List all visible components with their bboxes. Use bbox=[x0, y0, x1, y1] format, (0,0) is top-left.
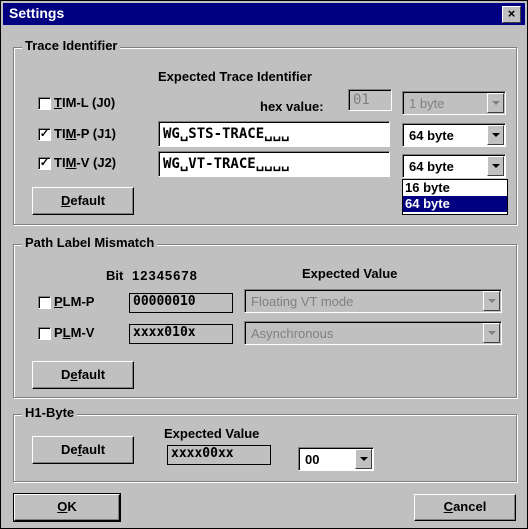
tim-p-checkbox[interactable]: ✓ bbox=[38, 128, 51, 141]
tim-v-label: TIM-V (J2) bbox=[54, 155, 117, 170]
h1-default-button[interactable]: Default bbox=[32, 436, 134, 464]
chevron-down-icon[interactable] bbox=[487, 125, 504, 145]
cancel-button[interactable]: Cancel bbox=[414, 494, 516, 521]
tim-l-length-select[interactable]: 1 byte bbox=[402, 91, 506, 115]
plm-p-label: PLM-P bbox=[54, 294, 95, 309]
tim-l-checkbox[interactable] bbox=[38, 97, 51, 110]
chevron-down-icon[interactable] bbox=[487, 93, 504, 113]
window-title: Settings bbox=[9, 5, 65, 21]
tim-p-trace-field[interactable]: WG␣STS-TRACE␣␣␣ bbox=[158, 121, 390, 147]
plm-p-checkbox[interactable] bbox=[38, 296, 51, 309]
h1-bits: xxxx00xx bbox=[167, 445, 271, 465]
settings-dialog: Settings × Trace Identifier Expected Tra… bbox=[0, 0, 528, 529]
chevron-down-icon[interactable] bbox=[483, 323, 500, 343]
h1-value-select[interactable]: 00 bbox=[298, 447, 374, 471]
plm-v-checkbox[interactable] bbox=[38, 327, 51, 340]
expected-trace-header: Expected Trace Identifier bbox=[158, 69, 312, 84]
hex-value-field[interactable]: 01 bbox=[348, 89, 392, 111]
plm-v-bits: xxxx010x bbox=[129, 324, 233, 344]
plm-p-value-select[interactable]: Floating VT mode bbox=[244, 289, 502, 313]
trace-default-button[interactable]: Default bbox=[32, 187, 134, 215]
dropdown-option-16-byte[interactable]: 16 byte bbox=[403, 180, 507, 196]
plm-expected-value-header: Expected Value bbox=[302, 266, 398, 281]
tim-p-label: TIM-P (J1) bbox=[54, 126, 116, 141]
chevron-down-icon[interactable] bbox=[355, 449, 372, 469]
trace-identifier-legend: Trace Identifier bbox=[22, 38, 121, 53]
plm-v-value-select[interactable]: Asynchronous bbox=[244, 321, 502, 345]
tim-v-checkbox[interactable]: ✓ bbox=[38, 157, 51, 170]
tim-v-length-select[interactable]: 64 byte bbox=[402, 154, 506, 178]
tim-v-trace-field[interactable]: WG␣VT-TRACE␣␣␣␣ bbox=[158, 151, 390, 177]
ok-button[interactable]: OK bbox=[13, 493, 121, 522]
length-dropdown-list: 16 byte 64 byte bbox=[402, 179, 508, 215]
chevron-down-icon[interactable] bbox=[487, 156, 504, 176]
tim-p-length-select[interactable]: 64 byte bbox=[402, 123, 506, 147]
path-label-mismatch-legend: Path Label Mismatch bbox=[22, 235, 158, 250]
hex-value-label: hex value: bbox=[260, 99, 324, 114]
bit-numbers: 12345678 bbox=[132, 268, 198, 283]
tim-l-label: TIM-L (J0) bbox=[54, 95, 116, 110]
close-button[interactable]: × bbox=[502, 6, 521, 23]
chevron-down-icon[interactable] bbox=[483, 291, 500, 311]
h1-expected-value-header: Expected Value bbox=[164, 426, 260, 441]
plm-v-label: PLM-V bbox=[54, 325, 95, 340]
plm-p-bits: 00000010 bbox=[129, 293, 233, 313]
plm-default-button[interactable]: Default bbox=[32, 361, 134, 389]
bit-label: Bit bbox=[106, 268, 124, 283]
h1-byte-legend: H1-Byte bbox=[22, 405, 78, 420]
dropdown-option-64-byte[interactable]: 64 byte bbox=[403, 196, 507, 212]
title-bar: Settings × bbox=[3, 3, 525, 25]
